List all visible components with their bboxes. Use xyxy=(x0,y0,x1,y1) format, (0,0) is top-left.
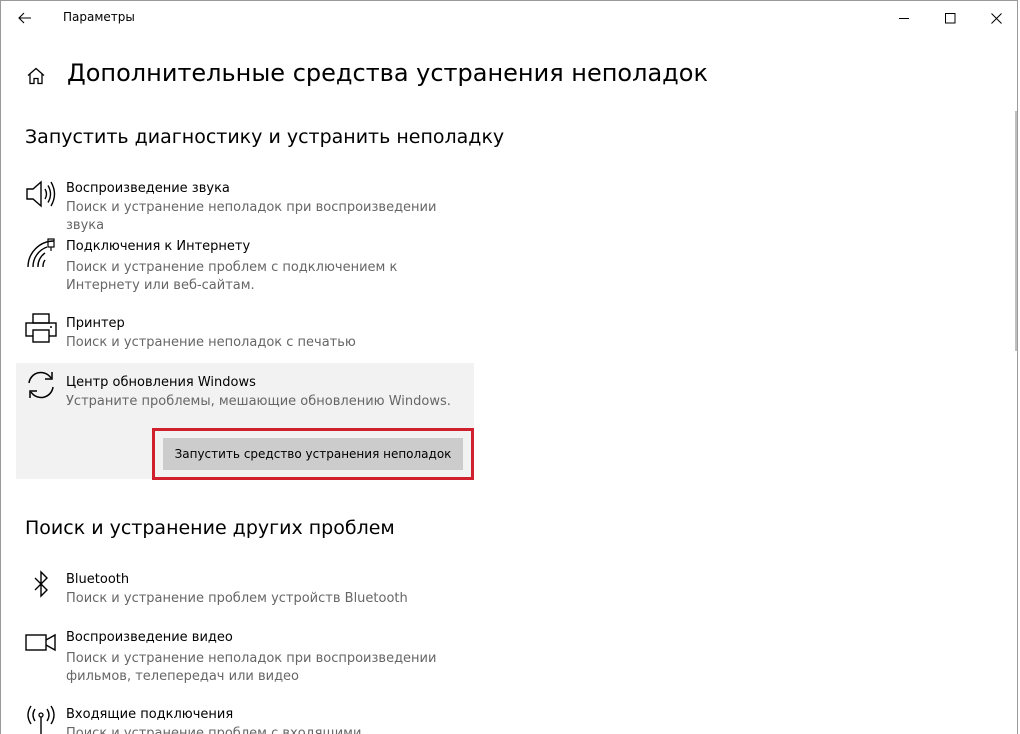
minimize-icon xyxy=(898,17,909,19)
window-title: Параметры xyxy=(63,10,135,24)
page-title: Дополнительные средства устранения непол… xyxy=(67,59,708,87)
bluetooth-icon xyxy=(24,570,58,604)
back-button[interactable] xyxy=(11,5,39,31)
video-camera-icon xyxy=(24,628,58,662)
wifi-icon xyxy=(24,237,58,271)
maximize-icon xyxy=(944,12,955,23)
close-button[interactable] xyxy=(973,1,1017,35)
troubleshooter-title: Входящие подключения xyxy=(66,707,234,722)
troubleshooter-printer[interactable]: Принтер Поиск и устранение неполадок с п… xyxy=(16,306,474,362)
troubleshooter-video[interactable]: Воспроизведение видео Поиск и устранение… xyxy=(16,620,474,696)
back-arrow-icon xyxy=(18,12,31,24)
troubleshooter-title: Bluetooth xyxy=(66,572,130,587)
troubleshooter-description: Устраните проблемы, мешающие обновлению … xyxy=(66,394,451,409)
close-icon xyxy=(990,12,1002,24)
section-title-other-problems: Поиск и устранение других проблем xyxy=(25,517,395,539)
troubleshooter-description: Поиск и устранение проблем с подключение… xyxy=(66,260,398,293)
troubleshooter-title: Подключения к Интернету xyxy=(66,239,251,254)
troubleshooter-bluetooth[interactable]: Bluetooth Поиск и устранение проблем уст… xyxy=(16,562,474,618)
troubleshooter-description: Поиск и устранение неполадок при воспрои… xyxy=(66,651,437,684)
minimize-button[interactable] xyxy=(881,1,927,35)
section-title-diagnostics: Запустить диагностику и устранить непола… xyxy=(25,126,505,148)
troubleshooter-title: Воспроизведение звука xyxy=(66,181,230,196)
troubleshooter-title: Центр обновления Windows xyxy=(66,375,256,390)
troubleshooter-description: Поиск и устранение проблем с входящими п… xyxy=(66,726,362,734)
home-icon xyxy=(27,67,45,85)
troubleshooter-description: Поиск и устранение проблем устройств Blu… xyxy=(66,591,408,606)
title-bar: Параметры xyxy=(1,1,1017,35)
troubleshooter-internet[interactable]: Подключения к Интернету Поиск и устранен… xyxy=(16,229,474,305)
printer-icon xyxy=(24,312,58,346)
troubleshooter-title: Принтер xyxy=(66,316,125,331)
troubleshooter-title: Воспроизведение видео xyxy=(66,630,233,645)
scrollbar-thumb[interactable] xyxy=(1015,111,1017,351)
troubleshooter-description: Поиск и устранение неполадок с печатью xyxy=(66,335,356,350)
sync-icon xyxy=(24,369,58,403)
home-button[interactable] xyxy=(23,63,49,89)
run-troubleshooter-button[interactable]: Запустить средство устранения неполадок xyxy=(163,438,463,470)
maximize-button[interactable] xyxy=(927,1,973,35)
troubleshooter-sound[interactable]: Воспроизведение звука Поиск и устранение… xyxy=(16,171,474,233)
troubleshooter-incoming-connections[interactable]: Входящие подключения Поиск и устранение … xyxy=(16,697,474,734)
speaker-icon xyxy=(24,179,58,213)
antenna-icon xyxy=(24,705,58,734)
settings-window: Параметры Дополнительные средства устран… xyxy=(0,0,1018,734)
